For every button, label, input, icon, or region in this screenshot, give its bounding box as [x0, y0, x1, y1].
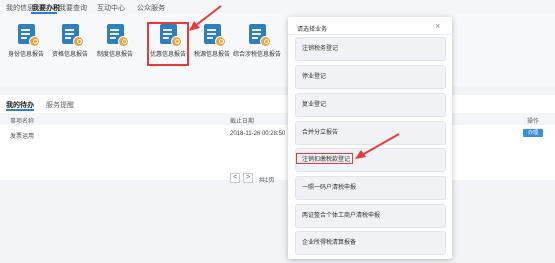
row-name: 发票运用 [10, 134, 35, 140]
option-income-tax-liquidation[interactable]: 企业所得税清算报备 [295, 231, 446, 255]
service-label: 综合涉税信息报告 [232, 52, 281, 58]
active-tab-underline [6, 109, 34, 111]
service-label: 身份信息报告 [7, 52, 44, 58]
search-badge-icon [28, 36, 40, 47]
table-row: 发票运用 2018-11-26 00:28:50 [0, 129, 555, 141]
modal-divider [288, 34, 452, 35]
table-header: 事项名称 截止日期 操作 [0, 113, 555, 125]
col-op: 操作 [527, 119, 540, 125]
tab-query[interactable]: 我要查询 [59, 3, 87, 13]
row-deadline: 2018-11-26 00:28:50 [230, 131, 286, 137]
top-nav: 我的信息 我要办税 我要查询 互动中心 公众服务 [0, 0, 555, 14]
red-arrow-icon [355, 133, 400, 159]
highlight-outline-service [147, 22, 189, 66]
service-label: 资格信息报告 [51, 52, 88, 58]
service-qualification-report[interactable]: 资格信息报告 [45, 24, 95, 59]
search-badge-icon [72, 36, 84, 47]
col-deadline: 截止日期 [230, 119, 255, 125]
service-identity-report[interactable]: 身份信息报告 [1, 24, 51, 59]
document-icon [17, 24, 40, 47]
document-icon [106, 24, 129, 47]
document-icon [248, 24, 271, 47]
search-badge-icon [259, 36, 271, 47]
col-name: 事项名称 [10, 119, 35, 125]
tab-service-reminder[interactable]: 服务提醒 [46, 100, 74, 110]
highlight-outline-option [296, 153, 353, 164]
close-icon[interactable]: × [435, 21, 440, 31]
tasks-panel: 我的待办 服务提醒 事项名称 截止日期 操作 发票运用 2018-11-26 0… [0, 95, 555, 184]
pager-next-button[interactable]: > [243, 173, 253, 183]
option-resume-business[interactable]: 复业登记 [295, 93, 446, 117]
tab-public-service[interactable]: 公众服务 [137, 3, 165, 13]
search-badge-icon [117, 36, 129, 47]
modal-title: 请选择业务 [297, 27, 328, 33]
pager-total: 共1页 [259, 178, 275, 184]
tab-my-info[interactable]: 我的信息 [6, 3, 34, 13]
service-label: 制度信息报告 [96, 52, 133, 58]
option-individual-tax-clearance[interactable]: 两证整合个体工商户清税申报 [295, 204, 446, 228]
option-cancel-tax-registration[interactable]: 注销税务登记 [295, 37, 446, 61]
service-comprehensive-report[interactable]: 综合涉税信息报告 [232, 24, 282, 59]
service-icons-panel: 身份信息报告 资格信息报告 制度信息报告 优惠信息报告 税源信息报告 综合涉税信… [0, 14, 555, 86]
option-unified-tax-clearance[interactable]: 一照一码户清税申报 [295, 176, 446, 200]
document-icon [61, 24, 84, 47]
pager-prev-button[interactable]: < [230, 173, 240, 183]
search-badge-icon [214, 36, 226, 47]
service-label: 税源信息报告 [193, 52, 230, 58]
service-system-report[interactable]: 制度信息报告 [90, 24, 140, 59]
red-arrow-icon [189, 5, 222, 31]
handle-button[interactable]: 办理 [523, 129, 543, 137]
tab-interaction[interactable]: 互动中心 [97, 3, 125, 13]
option-suspend-business[interactable]: 停业登记 [295, 65, 446, 89]
